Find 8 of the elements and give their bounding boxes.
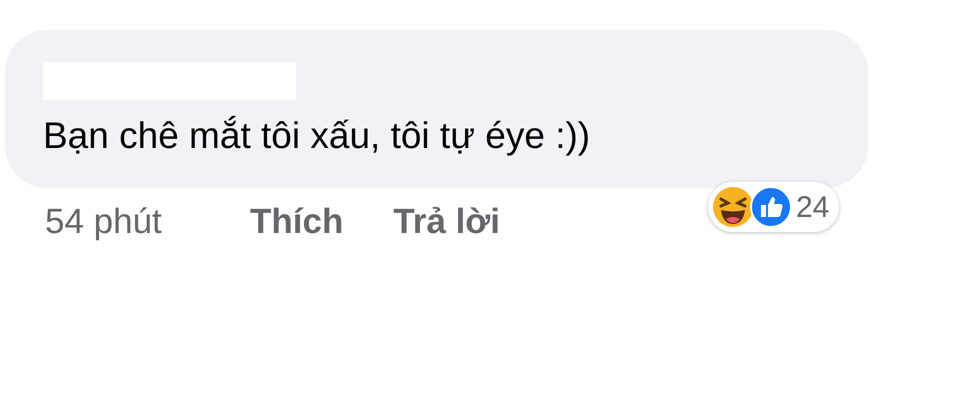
comment-text: Bạn chê mắt tôi xấu, tôi tự éye :)) xyxy=(43,114,592,158)
reply-link[interactable]: Trả lời xyxy=(393,200,500,244)
laughing-face-icon xyxy=(712,186,754,228)
reaction-badge[interactable]: 24 xyxy=(708,182,840,232)
reaction-count: 24 xyxy=(796,190,830,226)
comment-time: 54 phút xyxy=(45,201,163,243)
like-link[interactable]: Thích xyxy=(250,200,344,244)
thumbs-up-icon xyxy=(750,186,792,228)
